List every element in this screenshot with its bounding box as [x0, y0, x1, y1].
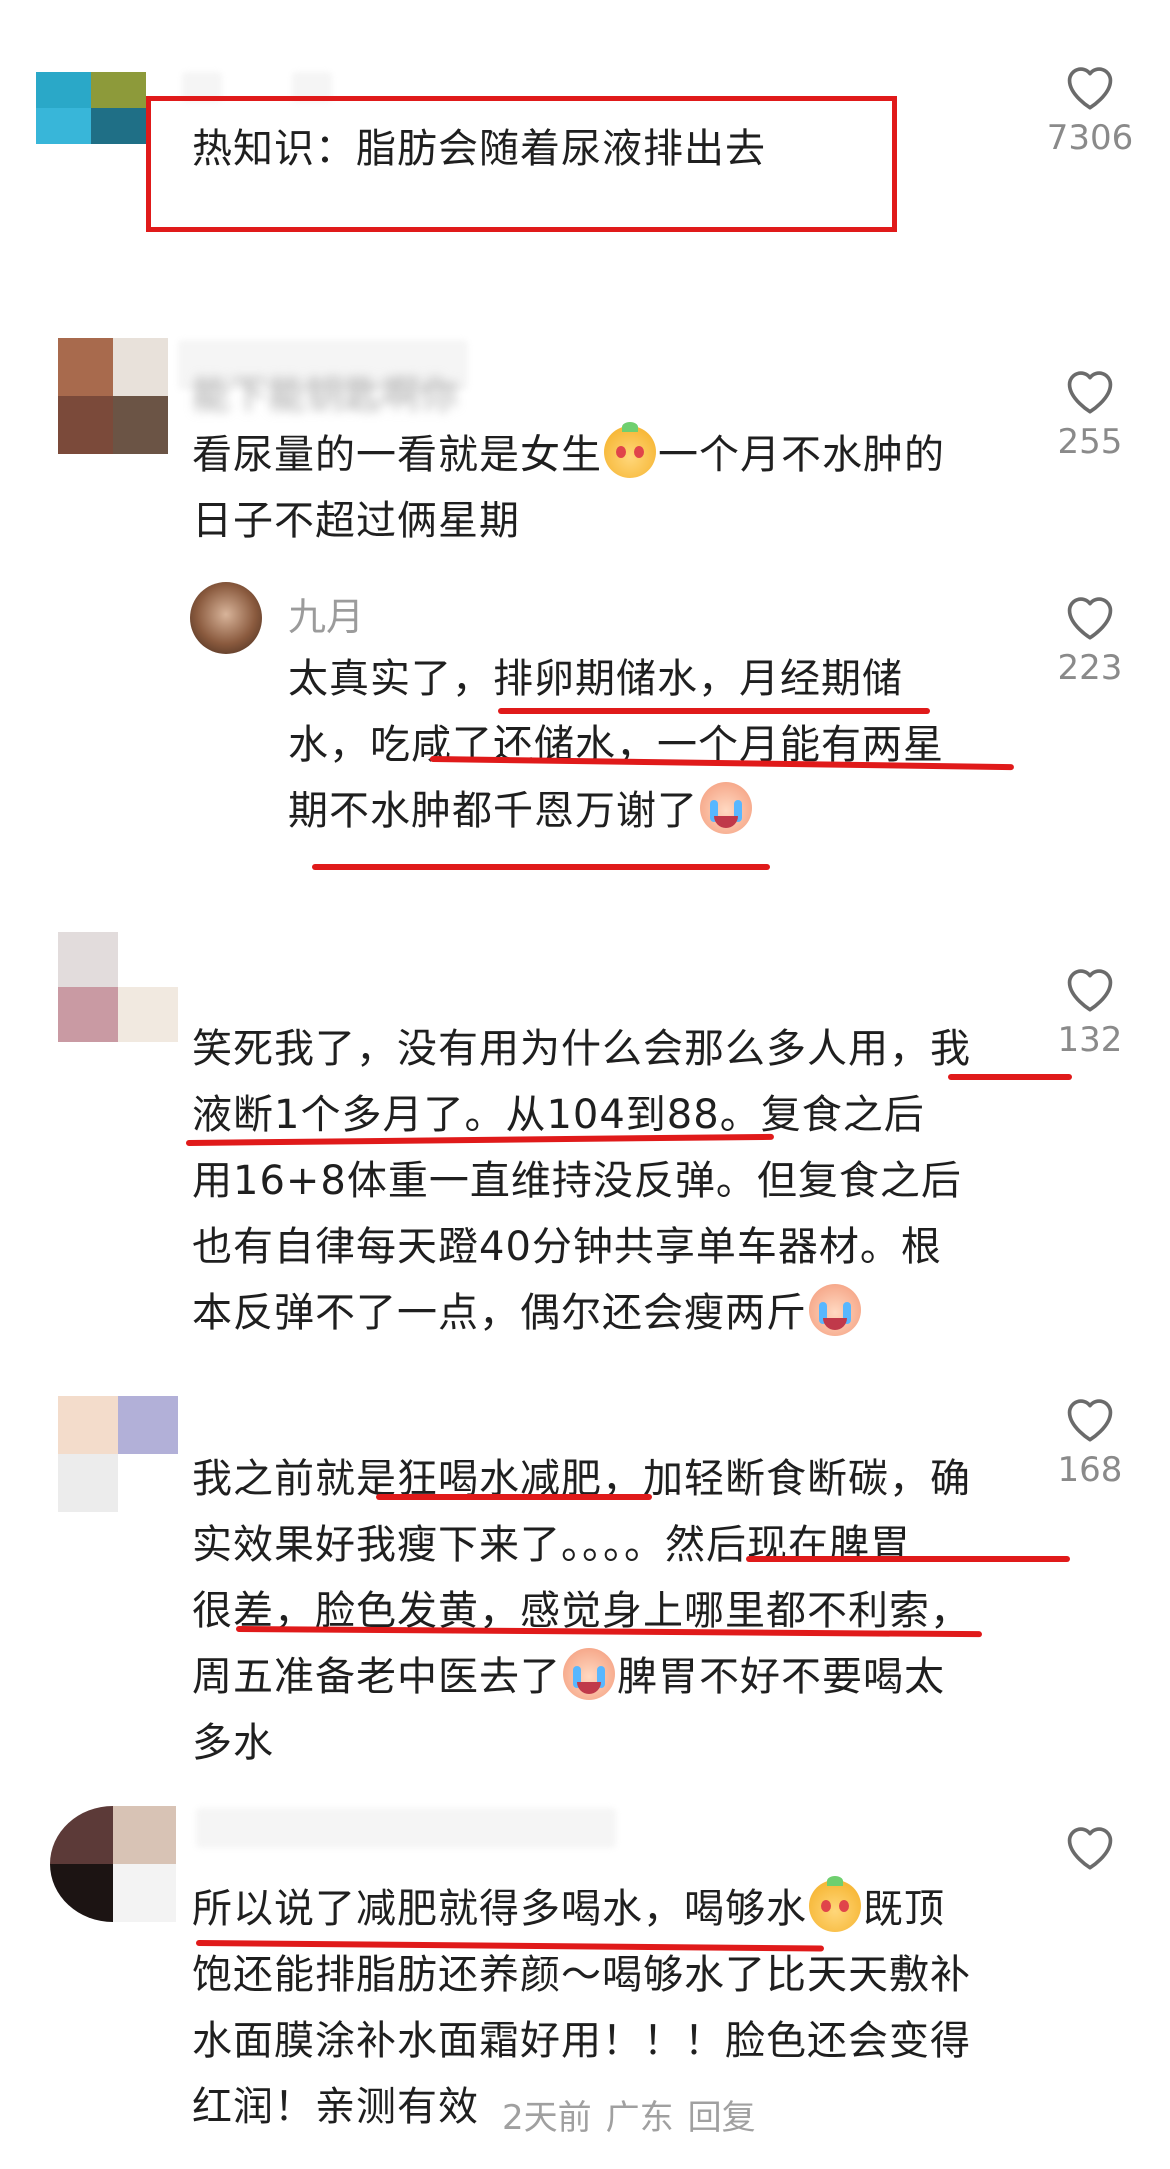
comment-line: 水，吃咸了还储水，一个月能有两星 — [288, 722, 944, 768]
comment-line: 用16+8体重一直维持没反弹。但复食之后 — [192, 1158, 962, 1204]
red-underline — [498, 708, 930, 714]
reply-button[interactable]: 回复 — [688, 2098, 756, 2138]
like-count: 223 — [1057, 648, 1123, 688]
comment-line: 所以说了减肥就得多喝水，喝够水 — [192, 1886, 807, 1932]
comment-line: 我之前就是狂喝水减肥，加轻断食断碳，确 — [192, 1456, 971, 1502]
avatar[interactable] — [58, 338, 168, 454]
like-button[interactable]: 168 — [1030, 1392, 1150, 1490]
comment-text: 热知识：脂肪会随着尿液排出去 — [192, 116, 766, 182]
like-count: 255 — [1057, 422, 1123, 462]
comment-text: 笑死我了，没有用为什么会那么多人用，我 液断1个多月了。从104到88。复食之后… — [192, 1016, 971, 1346]
avatar[interactable] — [50, 1806, 176, 1922]
comment-location: 广东 — [605, 2098, 674, 2138]
red-underline — [376, 1494, 652, 1500]
comment-line: 日子不超过俩星期 — [192, 498, 520, 544]
comment-line: 一个月不水肿的 — [658, 432, 945, 478]
like-button[interactable]: 7306 — [1030, 60, 1150, 158]
comment-line: 多水 — [192, 1720, 274, 1766]
like-count: 7306 — [1046, 118, 1134, 158]
crying-face-emoji — [700, 782, 752, 834]
comment-time: 2天前 — [502, 2098, 592, 2138]
crying-face-emoji — [563, 1648, 615, 1700]
avatar[interactable] — [190, 582, 262, 654]
like-button[interactable]: 132 — [1030, 962, 1150, 1060]
username[interactable]: 能下能钥匙啊你 — [192, 364, 458, 419]
red-underline — [312, 864, 770, 870]
username[interactable]: 九月 — [288, 586, 364, 641]
comment-line: 周五准备老中医去了 — [192, 1654, 561, 1700]
like-count: 132 — [1057, 1020, 1123, 1060]
comment-line: 热知识：脂肪会随着尿液排出去 — [192, 126, 766, 172]
avatar[interactable] — [58, 932, 178, 1042]
dog-face-emoji — [809, 1876, 861, 1932]
red-underline — [746, 1556, 1070, 1562]
comment-line: 饱还能排脂肪还养颜～喝够水了比天天敷补 — [192, 1952, 971, 1998]
like-button[interactable]: 255 — [1030, 364, 1150, 462]
comment-line: 太真实了，排卵期储水，月经期储 — [288, 656, 903, 702]
heart-outline-icon — [1067, 67, 1113, 110]
red-underline — [948, 1074, 1072, 1080]
comment-line: 也有自律每天蹬40分钟共享单车器材。根 — [192, 1224, 942, 1270]
comment-line: 水面膜涂补水面霜好用！！！脸色还会变得 — [192, 2018, 971, 2064]
comment-line: 本反弹不了一点，偶尔还会瘦两斤 — [192, 1290, 807, 1336]
comment-line: 笑死我了，没有用为什么会那么多人用，我 — [192, 1026, 971, 1072]
like-button[interactable]: 223 — [1030, 590, 1150, 688]
like-count: 168 — [1057, 1450, 1123, 1490]
heart-outline-icon — [1067, 1827, 1113, 1870]
heart-outline-icon — [1067, 1399, 1113, 1442]
avatar[interactable] — [36, 72, 146, 144]
comment-line: 看尿量的一看就是女生 — [192, 432, 602, 478]
crying-face-emoji — [809, 1284, 861, 1336]
heart-outline-icon — [1067, 597, 1113, 640]
comment-line: 实效果好我瘦下来了。。。。然后现在脾胃 — [192, 1522, 911, 1568]
comment-text: 看尿量的一看就是女生 一个月不水肿的 日子不超过俩星期 — [192, 422, 945, 554]
comment-line: 既顶 — [863, 1886, 945, 1932]
comment-line: 期不水肿都千恩万谢了 — [288, 788, 698, 834]
dog-face-emoji — [604, 422, 656, 478]
comment-line: 脾胃不好不要喝太 — [617, 1654, 945, 1700]
avatar[interactable] — [58, 1396, 178, 1512]
comment-meta: 2天前 广东 回复 — [502, 2090, 770, 2139]
like-button[interactable] — [1030, 1820, 1150, 1878]
heart-outline-icon — [1067, 969, 1113, 1012]
comment-text: 太真实了，排卵期储水，月经期储 水，吃咸了还储水，一个月能有两星 期不水肿都千恩… — [288, 646, 944, 844]
heart-outline-icon — [1067, 371, 1113, 414]
